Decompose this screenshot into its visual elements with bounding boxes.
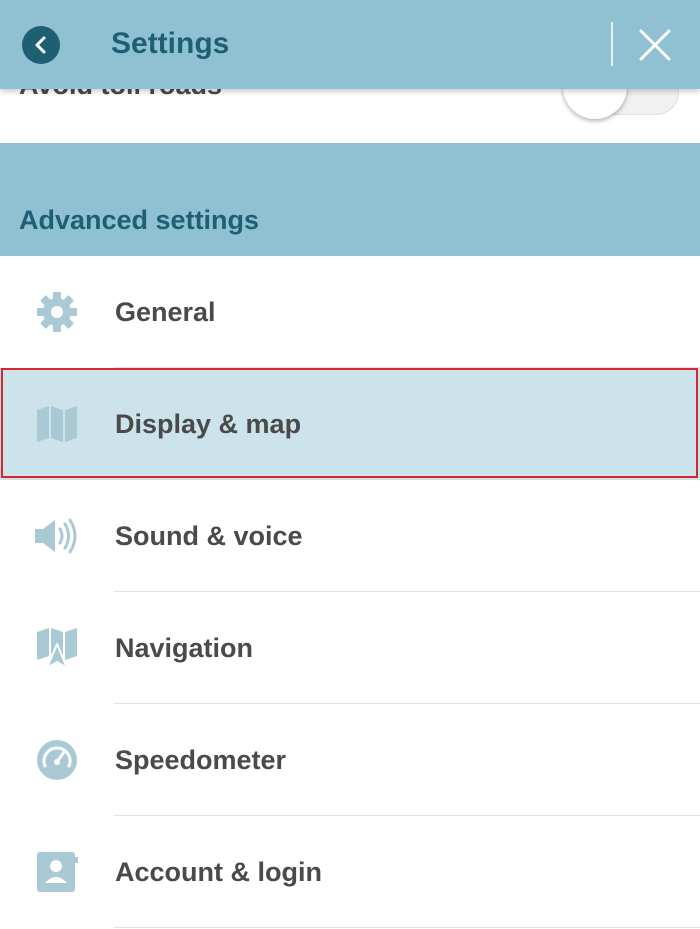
advanced-settings-menu: General Display & map Sound & voice Navi…: [0, 256, 700, 928]
header-divider: [611, 22, 613, 66]
navigation-map-icon: [33, 624, 81, 672]
page-title: Settings: [111, 27, 230, 60]
close-icon: [639, 29, 671, 61]
menu-item-general[interactable]: General: [0, 256, 700, 368]
avoid-toll-roads-row[interactable]: Avoid toll roads: [0, 89, 700, 143]
back-button[interactable]: [22, 26, 60, 64]
menu-item-account-login[interactable]: Account & login: [0, 816, 700, 928]
menu-item-label: General: [115, 297, 216, 327]
map-icon: [33, 400, 81, 448]
menu-item-label: Navigation: [115, 633, 254, 663]
divider: [114, 927, 700, 928]
section-title: Advanced settings: [19, 205, 260, 235]
menu-item-speedometer[interactable]: Speedometer: [0, 704, 700, 816]
menu-item-sound-voice[interactable]: Sound & voice: [0, 480, 700, 592]
close-button[interactable]: [630, 20, 680, 70]
gear-icon: [33, 288, 81, 336]
menu-item-label: Speedometer: [115, 745, 287, 775]
advanced-settings-header: Advanced settings: [0, 143, 700, 256]
account-icon: [33, 848, 81, 896]
menu-item-label: Account & login: [115, 857, 322, 887]
speedometer-icon: [33, 736, 81, 784]
menu-item-label: Sound & voice: [115, 521, 303, 551]
menu-item-display-map[interactable]: Display & map: [0, 368, 700, 480]
chevron-left-icon: [35, 36, 46, 54]
menu-item-label: Display & map: [115, 409, 302, 439]
speaker-icon: [33, 512, 81, 560]
top-app-bar: Settings: [0, 0, 700, 89]
avoid-toll-roads-label: Avoid toll roads: [19, 89, 222, 101]
menu-item-navigation[interactable]: Navigation: [0, 592, 700, 704]
